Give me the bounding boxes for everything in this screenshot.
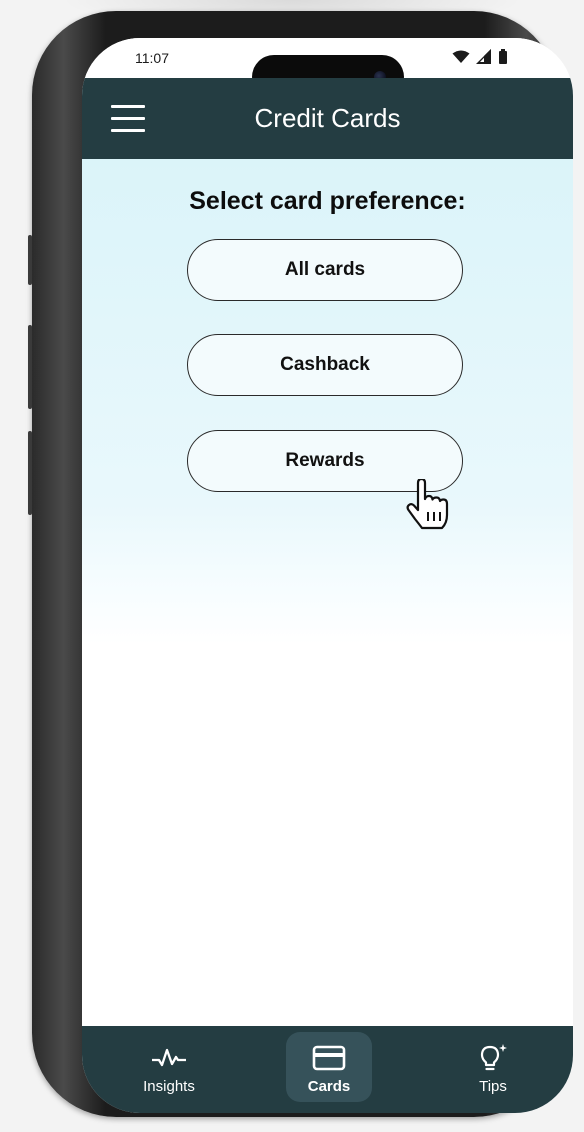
nav-item-insights[interactable]: Insights	[126, 1032, 212, 1102]
nav-label-cards: Cards	[307, 1078, 351, 1095]
nav-item-tips[interactable]: Tips	[450, 1032, 536, 1102]
nav-label-tips: Tips	[479, 1078, 507, 1095]
cashback-button[interactable]: Cashback	[187, 334, 463, 396]
hand-pointer-cursor-icon	[406, 479, 449, 530]
status-time: 11:07	[135, 50, 169, 66]
page-title: Credit Cards	[254, 103, 401, 133]
activity-pulse-icon	[152, 1048, 186, 1067]
credit-card-icon	[312, 1045, 346, 1071]
nav-label-insights: Insights	[143, 1078, 195, 1095]
phone-screen: 11:07 Credit Cards Select card preferenc…	[82, 38, 573, 1113]
lightbulb-sparkle-icon	[480, 1044, 507, 1071]
battery-icon	[499, 49, 507, 64]
wifi-icon	[452, 50, 470, 63]
signal-icon	[476, 49, 491, 64]
app-bar: Credit Cards	[82, 78, 573, 159]
phone-side-button	[28, 431, 32, 515]
all-cards-button[interactable]: All cards	[187, 239, 463, 301]
page: 11:07 Credit Cards Select card preferenc…	[0, 0, 584, 1132]
phone-side-button	[28, 325, 32, 409]
main-content: Select card preference: All cards Cashba…	[82, 159, 573, 1026]
nav-item-cards[interactable]: Cards	[286, 1032, 372, 1102]
phone-frame: 11:07 Credit Cards Select card preferenc…	[28, 11, 573, 1117]
bottom-navigation: Insights Cards Tips	[82, 1026, 573, 1113]
status-icons	[452, 49, 508, 64]
card-preference-prompt: Select card preference:	[189, 187, 466, 215]
phone-side-button	[28, 235, 32, 285]
